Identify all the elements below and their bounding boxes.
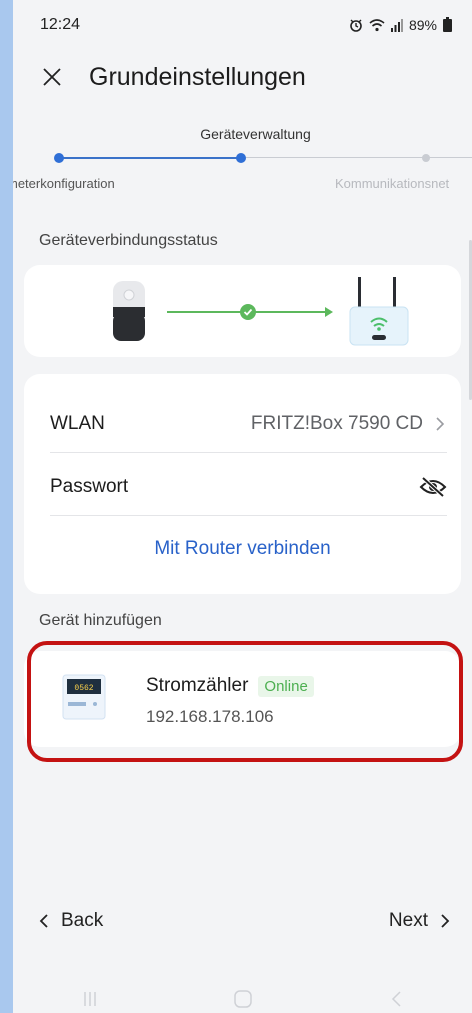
page-title: Grundeinstellungen	[89, 62, 306, 91]
electricity-meter-icon: 0562	[62, 674, 106, 720]
router-icon	[349, 277, 409, 346]
wlan-value-group: FRITZ!Box 7590 CD	[251, 413, 447, 435]
meter-display-text: 0562	[74, 684, 93, 693]
battery-level: 89%	[408, 17, 437, 33]
step-dot-next[interactable]	[422, 154, 430, 162]
recent-apps-icon[interactable]	[78, 989, 102, 1009]
step-next-label: Kommunikationsnet	[335, 176, 450, 191]
step-line-completed	[59, 157, 241, 159]
connection-arrow	[325, 307, 333, 317]
back-button[interactable]: Back	[39, 910, 103, 932]
wlan-settings-card: WLAN FRITZ!Box 7590 CD Passwort Mit Rout…	[24, 374, 461, 594]
device-name: Stromzähler	[146, 675, 249, 696]
next-button[interactable]: Next	[389, 910, 450, 932]
close-icon[interactable]	[39, 64, 65, 90]
password-row[interactable]: Passwort	[50, 467, 447, 507]
next-label: Next	[388, 910, 428, 931]
battery-icon	[443, 16, 452, 32]
device-ip: 192.168.178.106	[146, 707, 274, 726]
status-time: 12:24	[40, 16, 81, 33]
system-nav-bar	[13, 984, 472, 1013]
step-dot-current[interactable]	[236, 153, 246, 163]
back-label: Back	[61, 910, 104, 931]
divider	[50, 452, 447, 453]
back-nav-icon[interactable]	[384, 989, 408, 1009]
add-device-heading: Gerät hinzufügen	[39, 612, 162, 629]
phone-screen: 12:24 89% Grundeinstellungen Geräteverwa…	[13, 0, 472, 1013]
signal-icon	[390, 18, 403, 32]
chevron-right-icon	[436, 417, 445, 431]
eye-hidden-icon[interactable]	[419, 477, 447, 497]
app-header: Grundeinstellungen	[13, 52, 472, 102]
check-icon	[240, 304, 256, 320]
step-line-pending	[241, 157, 472, 158]
divider	[50, 515, 447, 516]
status-bar: 12:24 89%	[13, 0, 472, 50]
wlan-label: WLAN	[50, 413, 105, 434]
connect-router-button[interactable]: Mit Router verbinden	[24, 528, 461, 570]
status-icons: 89%	[349, 16, 452, 33]
connection-status-heading: Geräteverbindungsstatus	[39, 232, 218, 249]
wlan-row[interactable]: WLAN FRITZ!Box 7590 CD	[50, 404, 447, 444]
home-icon[interactable]	[231, 989, 255, 1009]
status-badge: Online	[258, 675, 314, 697]
step-dot-previous[interactable]	[54, 153, 64, 163]
setup-stepper: Geräteverwaltung meterkonfiguration Komm…	[13, 118, 472, 198]
step-current-label: Geräteverwaltung	[200, 126, 311, 142]
inverter-device-icon	[113, 281, 145, 341]
device-title-group: Stromzähler Online	[146, 675, 314, 697]
chevron-left-icon	[39, 914, 48, 928]
connection-status-card	[24, 265, 461, 357]
wifi-icon	[369, 18, 385, 31]
wlan-value: FRITZ!Box 7590 CD	[250, 413, 423, 434]
chevron-right-icon	[441, 914, 450, 928]
device-list-item[interactable]: 0562 Stromzähler Online 192.168.178.106	[24, 651, 461, 747]
password-label: Passwort	[50, 476, 129, 497]
alarm-icon	[350, 19, 362, 32]
step-previous-label: meterkonfiguration	[13, 176, 115, 191]
